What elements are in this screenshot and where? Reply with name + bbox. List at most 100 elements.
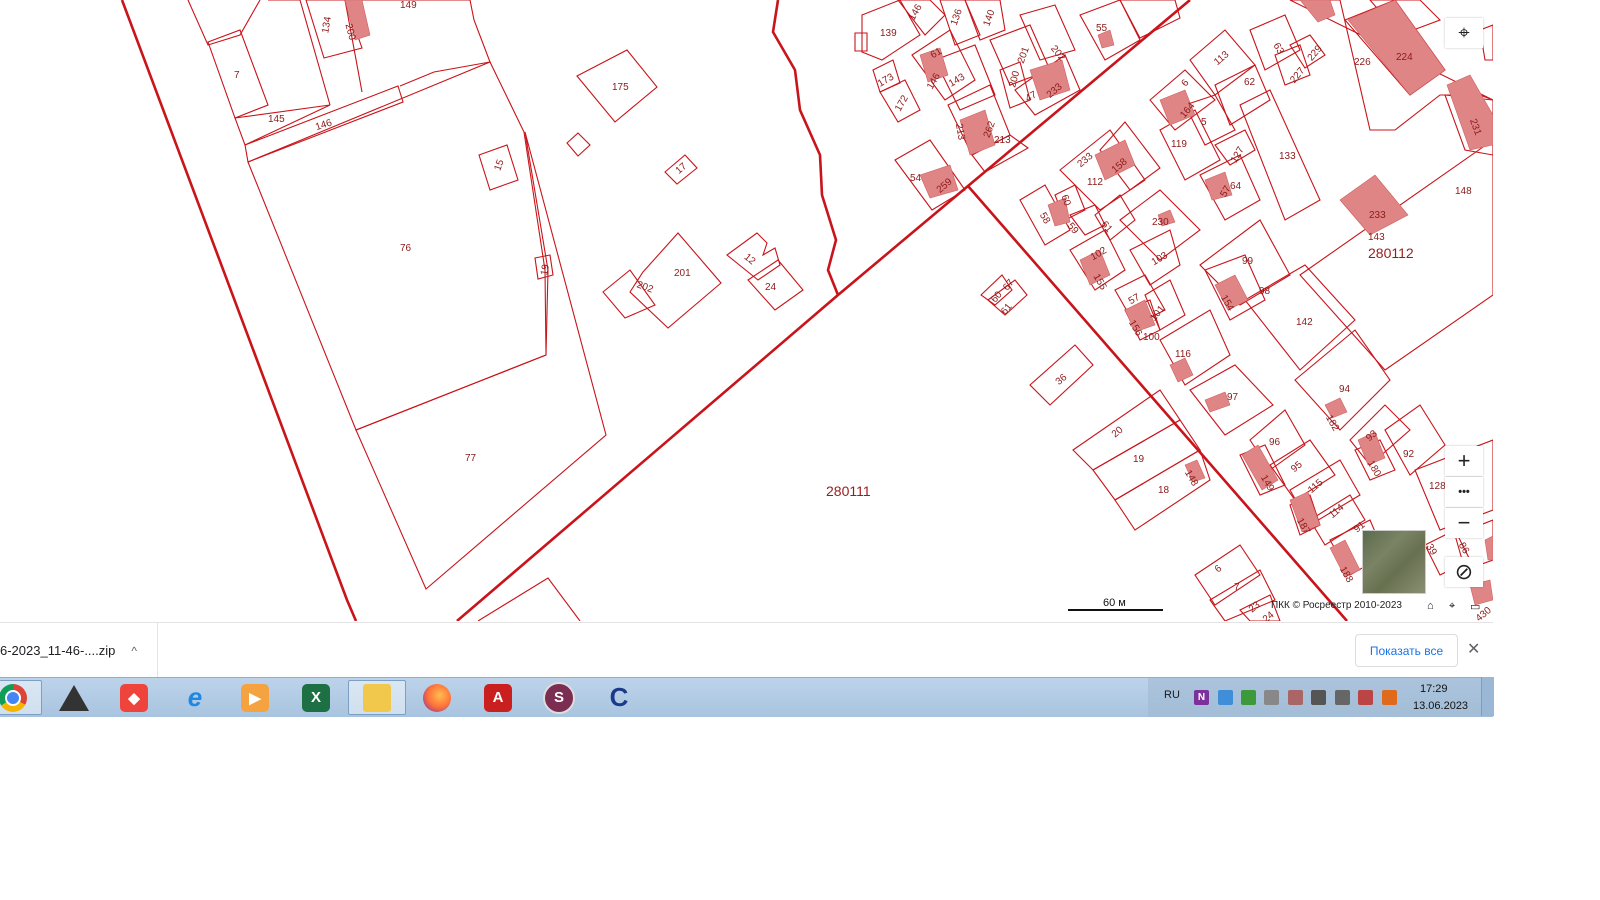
- plot-label: 24: [1261, 609, 1277, 621]
- acrobat-icon: A: [484, 683, 512, 712]
- language-indicator[interactable]: RU: [1164, 689, 1180, 701]
- taskbar: ◆ e ▶ X A S C RU N 17:29 13.06.2023: [0, 677, 1493, 717]
- excel-icon: X: [302, 683, 330, 712]
- more-tools-button[interactable]: •••: [1445, 477, 1483, 507]
- taskbar-s-app[interactable]: S: [530, 680, 588, 715]
- system-tray: RU N 17:29 13.06.2023: [1148, 678, 1493, 717]
- plot-label: 127: [1229, 145, 1247, 165]
- taskbar-c-app[interactable]: C: [590, 680, 648, 715]
- monitor-icon[interactable]: [1335, 690, 1350, 705]
- taskbar-media-player[interactable]: ▶: [226, 680, 284, 715]
- speaker-icon[interactable]: [1264, 690, 1279, 705]
- plot-label: 115: [1306, 477, 1326, 496]
- pyramid-icon: [59, 684, 89, 711]
- crosshair-icon: ⌖: [1458, 21, 1470, 44]
- plot-label: 172: [893, 93, 911, 113]
- taskbar-file-explorer[interactable]: [348, 680, 406, 715]
- zoom-in-button[interactable]: +: [1445, 446, 1483, 476]
- download-file-name: 6-2023_11-46-....zip: [0, 643, 116, 658]
- plot-label: 77: [465, 453, 477, 464]
- home-icon[interactable]: ⌂: [1427, 600, 1434, 612]
- plot-label: 63: [1271, 41, 1286, 57]
- chevron-up-icon[interactable]: ^: [131, 644, 137, 658]
- plot-label: 175: [612, 82, 629, 93]
- plot-label: 76: [400, 243, 412, 254]
- quarter-label-280112: 280112: [1368, 245, 1414, 261]
- plot-label: 59: [1065, 221, 1081, 237]
- plot-label: 202: [1048, 43, 1067, 63]
- plot-label: 128: [1429, 481, 1446, 492]
- plot-label: 133: [1279, 151, 1296, 162]
- pin-icon[interactable]: ⌖: [1449, 600, 1455, 613]
- network-icon[interactable]: [1311, 690, 1326, 705]
- locate-button[interactable]: ⌖: [1445, 18, 1483, 48]
- plot-labels: 149 134 200 7 145 146 175 15 17 76 19 20…: [234, 0, 1493, 621]
- plus-icon: +: [1457, 448, 1471, 473]
- plot-label: 143: [1368, 232, 1385, 243]
- map-canvas[interactable]: 149 134 200 7 145 146 175 15 17 76 19 20…: [0, 0, 1493, 621]
- taskbar-excel[interactable]: X: [287, 680, 345, 715]
- taskbar-internet-explorer[interactable]: e: [166, 680, 224, 715]
- plot-label: 233: [1369, 210, 1386, 221]
- plot-label: 99: [1242, 256, 1254, 267]
- muted-speaker-icon[interactable]: [1288, 690, 1303, 705]
- plot-label: 146: [314, 117, 334, 133]
- plot-label: 7: [1234, 582, 1240, 593]
- plot-label: 139: [880, 28, 897, 39]
- plot-label: 201: [674, 268, 691, 279]
- plot-label: 113: [1212, 49, 1232, 68]
- firefox-icon: [423, 683, 451, 712]
- downloads-bar: 6-2023_11-46-....zip ^ Показать все ✕: [0, 622, 1493, 678]
- plot-label: 100: [1143, 332, 1160, 343]
- plot-label: 15: [492, 158, 506, 173]
- taskbar-acrobat[interactable]: A: [469, 680, 527, 715]
- plot-label: 173: [876, 71, 896, 89]
- plot-label: 224: [1396, 52, 1413, 63]
- cadastral-map[interactable]: 149 134 200 7 145 146 175 15 17 76 19 20…: [0, 0, 1493, 621]
- plot-label: 233: [1075, 151, 1095, 170]
- show-all-downloads-button[interactable]: Показать все: [1355, 634, 1458, 667]
- plot-label: 140: [982, 8, 998, 28]
- taskbar-chrome[interactable]: [0, 680, 42, 715]
- scale-label: 60 м: [1103, 597, 1126, 609]
- plot-label: 98: [1259, 286, 1271, 297]
- internet-explorer-icon: e: [187, 682, 203, 712]
- compass-button[interactable]: ⊘: [1445, 557, 1483, 587]
- download-item[interactable]: 6-2023_11-46-....zip ^: [0, 623, 158, 678]
- taskbar-firefox[interactable]: [408, 680, 466, 715]
- plot-label: 230: [1152, 217, 1169, 228]
- plot-label: 24: [765, 282, 777, 293]
- plot-label: 64: [1230, 181, 1242, 192]
- taskbar-app-pyramid[interactable]: [45, 680, 103, 715]
- plot-label: 112: [1087, 177, 1103, 188]
- plot-label: 19: [539, 263, 552, 276]
- compass-icon: ⊘: [1454, 559, 1474, 584]
- plot-label: 148: [1455, 186, 1472, 197]
- plot-label: 94: [1339, 384, 1351, 395]
- plot-label: 96: [1269, 437, 1281, 448]
- plot-label: 182: [1323, 413, 1341, 433]
- copyright-text: ПКК © Росреестр 2010-2023: [1271, 600, 1402, 611]
- plot-label: 12: [742, 252, 758, 268]
- ellipsis-icon: •••: [1458, 486, 1470, 498]
- clock-time[interactable]: 17:29: [1420, 683, 1448, 695]
- plot-label: 47: [1024, 89, 1040, 104]
- close-icon[interactable]: ✕: [1467, 639, 1480, 659]
- plot-label: 145: [268, 114, 285, 125]
- update-icon[interactable]: [1382, 690, 1397, 705]
- zoom-out-button[interactable]: −: [1445, 508, 1483, 538]
- plot-label: 229: [1306, 43, 1325, 63]
- clock-date[interactable]: 13.06.2023: [1413, 700, 1468, 712]
- plot-label: 86: [1456, 541, 1471, 557]
- network-app-icon[interactable]: [1218, 690, 1233, 705]
- tray-app-icon[interactable]: [1241, 690, 1256, 705]
- onenote-icon[interactable]: N: [1194, 690, 1209, 705]
- screen-icon[interactable]: ▭: [1470, 600, 1480, 613]
- warning-monitor-icon[interactable]: [1358, 690, 1373, 705]
- satellite-layer-thumbnail[interactable]: [1362, 530, 1426, 594]
- plot-label: 213: [994, 135, 1011, 146]
- s-app-icon: S: [543, 681, 575, 714]
- taskbar-anydesk[interactable]: ◆: [105, 680, 163, 715]
- plot-label: 61: [999, 301, 1015, 317]
- show-desktop-button[interactable]: [1481, 677, 1494, 716]
